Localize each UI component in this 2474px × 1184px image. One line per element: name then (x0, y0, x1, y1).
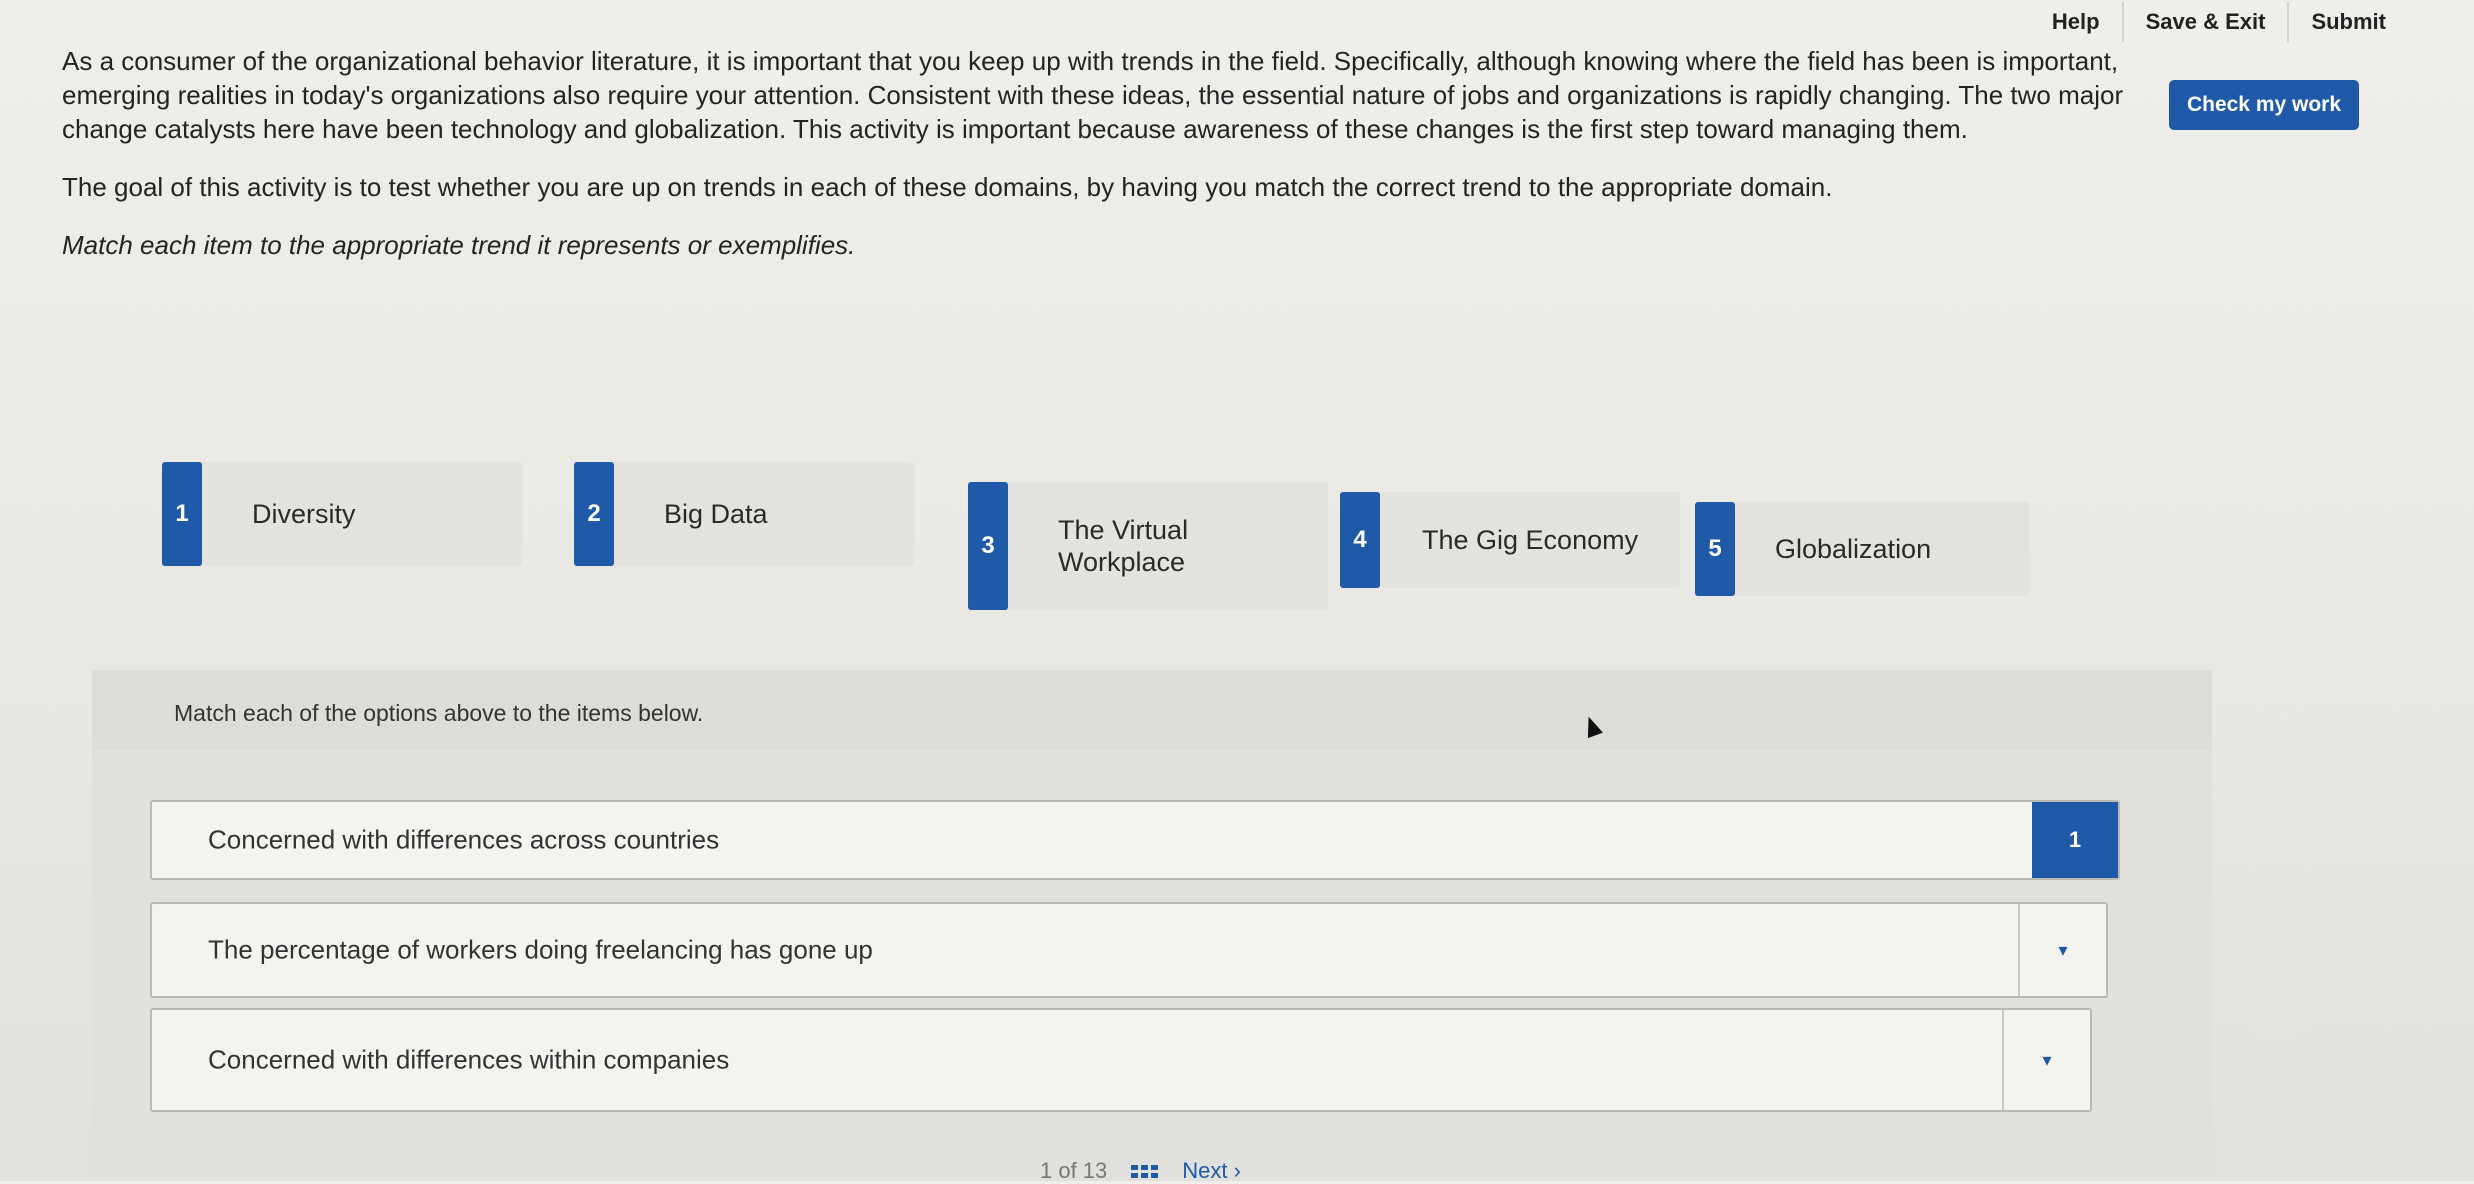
option-label: The Gig Economy (1422, 525, 1639, 555)
option-big-data[interactable]: 2 Big Data (574, 462, 914, 566)
match-selector[interactable]: 1 (2032, 802, 2118, 878)
option-globalization[interactable]: 5 Globalization (1695, 502, 2030, 596)
match-item-text: Concerned with differences within compan… (208, 1044, 730, 1075)
submit-link[interactable]: Submit (2287, 2, 2408, 42)
instruction-text: Match each item to the appropriate trend… (62, 230, 856, 260)
intro-paragraph-1: As a consumer of the organizational beha… (62, 46, 2124, 144)
option-virtual-workplace[interactable]: 3 The Virtual Workplace (968, 482, 1328, 610)
option-number: 3 (968, 482, 1008, 610)
match-item-row: Concerned with differences within compan… (150, 1008, 2092, 1112)
option-diversity[interactable]: 1 Diversity (162, 462, 522, 566)
option-gig-economy[interactable]: 4 The Gig Economy (1340, 492, 1680, 588)
match-item-text: Concerned with differences across countr… (208, 824, 720, 855)
options-row: 1 Diversity 2 Big Data 3 The Virtual Wor… (162, 462, 2042, 612)
top-navigation: Help Save & Exit Submit (2030, 0, 2408, 44)
match-instruction: Match each of the options above to the i… (174, 700, 704, 726)
match-header: Match each of the options above to the i… (92, 670, 2212, 750)
match-item-text: The percentage of workers doing freelanc… (208, 934, 873, 965)
option-number: 2 (574, 462, 614, 566)
match-area: Match each of the options above to the i… (92, 670, 2212, 1181)
dropdown-chevron-icon[interactable]: ▾ (2002, 1010, 2090, 1110)
dropdown-chevron-icon[interactable]: ▾ (2018, 904, 2106, 996)
option-number: 1 (162, 462, 202, 566)
save-exit-link[interactable]: Save & Exit (2121, 2, 2288, 42)
next-button[interactable]: Next › (1182, 1158, 1241, 1184)
option-number: 5 (1695, 502, 1735, 596)
option-label: Diversity (252, 499, 356, 529)
grid-icon[interactable] (1131, 1164, 1159, 1178)
page-position: 1 of 13 (1040, 1158, 1108, 1183)
option-label: The Virtual Workplace (1058, 515, 1189, 577)
intro-text: As a consumer of the organizational beha… (62, 44, 2212, 286)
option-label: Globalization (1775, 534, 1932, 564)
option-label: Big Data (664, 499, 768, 529)
option-number: 4 (1340, 492, 1380, 588)
match-item-row: Concerned with differences across countr… (150, 800, 2120, 880)
pager: 1 of 13 Next › (1040, 1158, 1241, 1184)
match-item-row: The percentage of workers doing freelanc… (150, 902, 2108, 998)
intro-paragraph-2: The goal of this activity is to test whe… (62, 172, 1833, 202)
help-link[interactable]: Help (2030, 2, 2122, 42)
